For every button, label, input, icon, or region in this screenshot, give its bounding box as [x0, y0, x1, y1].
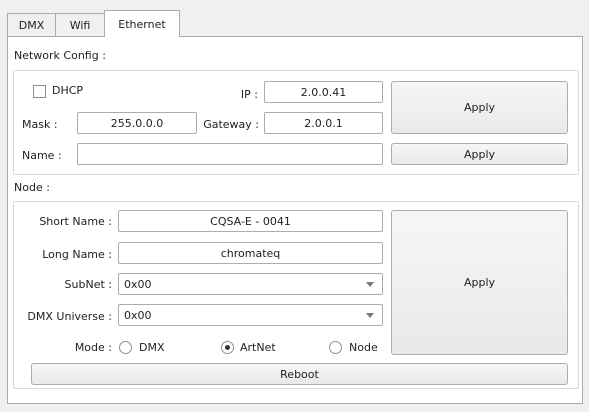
- chevron-down-icon: [366, 313, 374, 318]
- mode-node-label: Node: [349, 341, 378, 354]
- subnet-label: SubNet :: [64, 278, 112, 291]
- dmx-universe-select[interactable]: 0x00: [118, 304, 383, 326]
- tab-dmx-label: DMX: [18, 18, 45, 32]
- subnet-select-value: 0x00: [124, 277, 152, 291]
- tab-ethernet[interactable]: Ethernet: [104, 10, 180, 37]
- dhcp-label: DHCP: [52, 84, 84, 97]
- mode-label: Mode :: [74, 341, 112, 354]
- subnet-select[interactable]: 0x00: [118, 273, 383, 295]
- ip-field[interactable]: 2.0.0.41: [264, 81, 383, 103]
- reboot-label: Reboot: [280, 367, 319, 381]
- network-config-heading: Network Config :: [14, 49, 106, 62]
- mask-field[interactable]: 255.0.0.0: [77, 112, 197, 134]
- dhcp-checkbox[interactable]: [33, 85, 46, 98]
- mode-radio-node[interactable]: [329, 341, 342, 354]
- tab-ethernet-label: Ethernet: [118, 17, 166, 31]
- name-apply-label: Apply: [463, 147, 496, 161]
- node-apply-label: Apply: [463, 276, 496, 289]
- gateway-field[interactable]: 2.0.0.1: [264, 112, 383, 134]
- reboot-button[interactable]: Reboot: [31, 363, 568, 385]
- ip-label: IP :: [240, 88, 258, 101]
- mode-artnet-label: ArtNet: [240, 341, 276, 354]
- name-apply-button[interactable]: Apply: [391, 143, 568, 165]
- name-field[interactable]: [77, 143, 383, 165]
- network-apply-button[interactable]: Apply: [391, 81, 568, 134]
- dmx-universe-select-value: 0x00: [124, 308, 152, 322]
- node-apply-button[interactable]: Apply: [391, 210, 568, 355]
- chevron-down-icon: [366, 282, 374, 287]
- tab-wifi[interactable]: Wifi: [55, 13, 105, 36]
- tab-dmx[interactable]: DMX: [7, 13, 56, 36]
- mode-radio-dmx[interactable]: [119, 341, 132, 354]
- network-apply-label: Apply: [463, 101, 496, 114]
- short-name-field[interactable]: CQSA-E - 0041: [118, 210, 383, 232]
- dmx-universe-label: DMX Universe :: [27, 310, 112, 323]
- gateway-label: Gateway :: [203, 118, 259, 131]
- name-label: Name :: [22, 149, 62, 162]
- mode-dmx-label: DMX: [139, 341, 165, 354]
- mask-label: Mask :: [22, 118, 58, 131]
- mode-radio-artnet[interactable]: [221, 341, 234, 354]
- node-heading: Node :: [14, 181, 50, 194]
- long-name-label: Long Name :: [42, 248, 112, 261]
- tab-wifi-label: Wifi: [69, 18, 91, 32]
- short-name-label: Short Name :: [39, 215, 112, 228]
- long-name-field[interactable]: chromateq: [118, 242, 383, 264]
